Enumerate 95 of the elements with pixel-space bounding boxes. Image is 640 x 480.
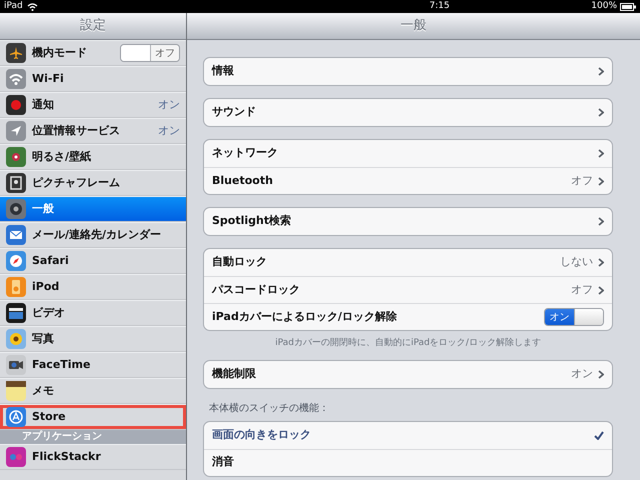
settings-row[interactable]: Spotlight検索	[204, 208, 612, 235]
sidebar-item[interactable]: ビデオ	[0, 300, 186, 326]
item-label: Store	[32, 408, 66, 425]
item-label: FlickStackr	[32, 448, 101, 465]
detail-title: 一般	[400, 17, 426, 36]
chevron-icon	[598, 370, 604, 378]
row-label: 自動ロック	[212, 254, 267, 270]
item-label: ビデオ	[32, 304, 65, 321]
clock-time: 7:15	[428, 0, 450, 13]
camera-icon	[6, 355, 26, 375]
row-label: ネットワーク	[212, 145, 278, 162]
settings-row[interactable]: Bluetooth オフ	[204, 167, 612, 194]
row-label: Spotlight検索	[212, 213, 292, 230]
row-label: 画面の向きをロック	[212, 426, 311, 443]
sidebar-item[interactable]: 位置情報サービス オン	[0, 118, 186, 144]
settings-row[interactable]: iPadカバーによるロック/ロック解除 オン	[204, 303, 612, 330]
item-label: 明るさ/壁紙	[32, 148, 92, 165]
film-icon	[6, 303, 26, 323]
battery-icon	[620, 2, 636, 10]
sidebar-item[interactable]: 写真	[0, 326, 186, 352]
item-label: FaceTime	[32, 356, 90, 373]
settings-row[interactable]: ネットワーク	[204, 140, 612, 167]
row-label: サウンド	[212, 104, 256, 120]
sidebar-item[interactable]: Store	[0, 404, 186, 430]
sidebar-item[interactable]: 機内モード オフ	[0, 40, 186, 66]
chevron-icon	[598, 286, 604, 294]
group-header: 本体横のスイッチの機能：	[208, 402, 330, 416]
row-value: オフ	[571, 172, 593, 189]
airplane-icon	[6, 43, 26, 63]
row-label: 機能制限	[212, 366, 256, 382]
section-header: アプリケーション	[0, 430, 186, 444]
row-label: Bluetooth	[212, 172, 273, 189]
chevron-icon	[598, 108, 604, 117]
gear-icon	[6, 199, 26, 219]
sidebar-item[interactable]: iPod	[0, 274, 186, 300]
sidebar-item[interactable]: Wi-Fi	[0, 66, 186, 92]
notepad-icon	[6, 381, 26, 401]
item-label: 写真	[32, 330, 54, 347]
item-value: オン	[158, 122, 180, 139]
sidebar-item[interactable]: メール/連絡先/カレンダー	[0, 222, 186, 248]
sidebar-item[interactable]: Safari	[0, 248, 186, 274]
sidebar-item[interactable]: FaceTime	[0, 352, 186, 378]
app-store-icon	[6, 407, 26, 427]
chevron-icon	[598, 67, 604, 76]
settings-row[interactable]: 機能制限 オン	[204, 360, 612, 388]
item-value: オン	[158, 96, 180, 113]
chevron-icon	[598, 149, 604, 158]
row-label: 消音	[212, 454, 234, 470]
wifi-icon	[6, 69, 26, 89]
item-label: 通知	[32, 96, 54, 113]
item-label: 機内モード	[32, 44, 87, 61]
item-label: ピクチャフレーム	[32, 174, 120, 191]
sidebar-item[interactable]: 通知 オン	[0, 92, 186, 118]
row-label: パスコードロック	[212, 282, 300, 298]
sunflower-icon	[6, 329, 26, 349]
app-icon	[6, 447, 26, 467]
sidebar-title: 設定	[80, 17, 106, 36]
device-name: iPad	[4, 0, 23, 13]
item-label: iPod	[32, 278, 60, 295]
row-value: オン	[571, 366, 593, 382]
row-value: オフ	[571, 282, 593, 298]
settings-row[interactable]: 消音	[204, 448, 612, 476]
toggle-switch[interactable]: オフ	[120, 44, 180, 62]
item-label: 一般	[32, 200, 54, 217]
item-label: Wi-Fi	[32, 70, 64, 87]
item-label: 位置情報サービス	[32, 122, 120, 139]
settings-row[interactable]: パスコードロック オフ	[204, 276, 612, 303]
envelope-icon	[6, 225, 26, 245]
row-label: iPadカバーによるロック/ロック解除	[212, 308, 397, 325]
item-label: メール/連絡先/カレンダー	[32, 226, 162, 243]
row-label: 情報	[212, 63, 234, 80]
toggle-switch[interactable]: オン	[544, 308, 604, 326]
item-label: メモ	[32, 382, 54, 399]
music-player-icon	[6, 277, 26, 297]
group-footer: iPadカバーの開閉時に、自動的にiPadをロック/ロック解除します	[203, 337, 613, 350]
chevron-icon	[598, 217, 604, 226]
settings-row[interactable]: 情報	[204, 58, 612, 85]
settings-row[interactable]: 画面の向きをロック	[204, 422, 612, 448]
settings-row[interactable]: 自動ロック しない	[204, 249, 612, 276]
picture-frame-icon	[6, 173, 26, 193]
row-value: しない	[560, 254, 593, 270]
compass-icon	[6, 251, 26, 271]
battery-percent: 100%	[591, 0, 617, 13]
sidebar-item[interactable]: FlickStackr	[0, 444, 186, 470]
wifi-icon	[26, 2, 38, 11]
flower-icon	[6, 147, 26, 167]
sidebar-item[interactable]: 明るさ/壁紙	[0, 144, 186, 170]
chevron-icon	[598, 176, 604, 186]
notification-icon	[6, 95, 26, 115]
item-label: Safari	[32, 252, 69, 269]
sidebar-item[interactable]: 一般	[0, 196, 186, 222]
chevron-icon	[598, 258, 604, 267]
sidebar-item[interactable]: メモ	[0, 378, 186, 404]
settings-row[interactable]: サウンド	[204, 99, 612, 126]
checkmark-icon	[594, 430, 604, 440]
